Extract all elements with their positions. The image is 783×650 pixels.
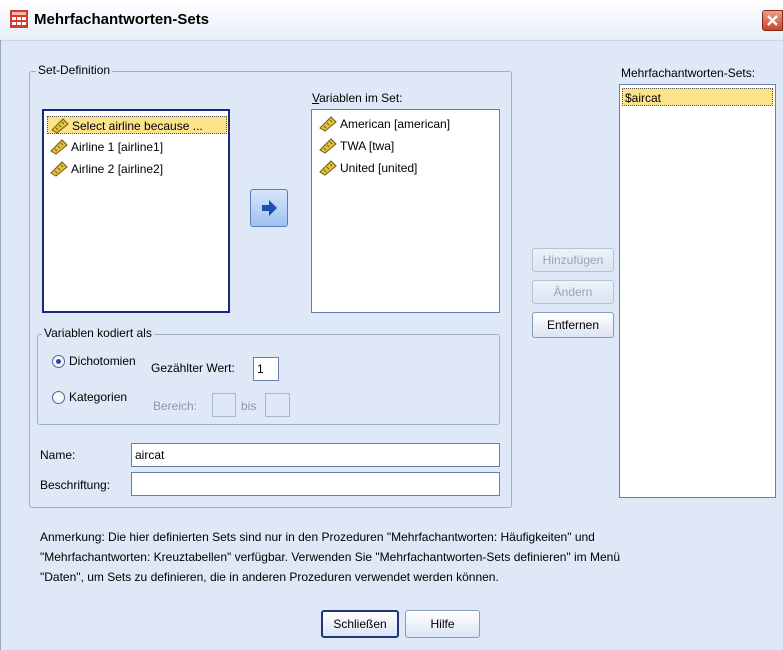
categories-label: Kategorien xyxy=(69,390,128,404)
counted-value-input[interactable]: 1 xyxy=(253,357,279,381)
ruler-icon xyxy=(50,139,68,155)
title-bar: Mehrfachantworten-Sets xyxy=(0,0,783,41)
ruler-icon xyxy=(51,118,69,134)
range-from-input[interactable] xyxy=(212,393,236,417)
counted-value-label: Gezählter Wert: xyxy=(151,361,235,375)
note-line-2: "Mehrfachantworten: Kreuztabellen" verfü… xyxy=(40,550,621,564)
name-label: Name: xyxy=(40,448,76,462)
list-item[interactable]: United [united] xyxy=(316,159,496,177)
move-to-set-button[interactable] xyxy=(250,189,288,227)
ruler-icon xyxy=(319,160,337,176)
list-item-label: $aircat xyxy=(625,91,662,105)
range-label: Bereich: xyxy=(153,399,198,413)
sets-panel-label: Mehrfachantworten-Sets: xyxy=(621,66,756,80)
label-input[interactable] xyxy=(131,472,500,496)
help-button[interactable]: Hilfe xyxy=(405,610,480,638)
ruler-icon xyxy=(319,138,337,154)
add-set-button[interactable]: Hinzufügen xyxy=(532,248,614,272)
remove-set-button[interactable]: Entfernen xyxy=(532,312,614,338)
list-item[interactable]: American [american] xyxy=(316,115,496,133)
sets-list[interactable]: $aircat xyxy=(619,84,776,498)
list-item-label: TWA [twa] xyxy=(340,139,395,153)
set-definition-legend: Set-Definition xyxy=(36,63,113,77)
window-left-border xyxy=(0,40,1,650)
change-set-button[interactable]: Ändern xyxy=(532,280,614,304)
vars-in-set-list[interactable]: American [american] TWA [twa] United [un… xyxy=(311,109,500,313)
note-line-1: Anmerkung: Die hier definierten Sets sin… xyxy=(40,530,595,544)
range-to-input[interactable] xyxy=(265,393,290,417)
range-to-label: bis xyxy=(241,399,257,413)
list-item[interactable]: TWA [twa] xyxy=(316,137,496,155)
close-icon xyxy=(767,15,778,26)
close-window-button[interactable] xyxy=(762,10,783,31)
coded-as-legend: Variablen kodiert als xyxy=(42,326,154,340)
dichotomies-label: Dichotomien xyxy=(69,354,136,368)
table-grid-icon xyxy=(10,10,28,28)
name-input[interactable]: aircat xyxy=(131,443,500,467)
label-field-label: Beschriftung: xyxy=(40,478,111,492)
ruler-icon xyxy=(50,161,68,177)
list-item[interactable]: Airline 1 [airline1] xyxy=(47,138,227,156)
list-item-label: Airline 2 [airline2] xyxy=(71,162,164,176)
dichotomies-radio[interactable] xyxy=(52,355,65,368)
list-item[interactable]: Airline 2 [airline2] xyxy=(47,160,227,178)
ruler-icon xyxy=(319,116,337,132)
note-line-3: "Daten", um Sets zu definieren, die in a… xyxy=(40,570,499,584)
list-item[interactable]: $aircat xyxy=(622,88,773,106)
close-button[interactable]: Schließen xyxy=(321,610,399,638)
list-item-label: United [united] xyxy=(340,161,418,175)
window-title: Mehrfachantworten-Sets xyxy=(34,11,210,28)
source-variables-list[interactable]: Select airline because ... Airline 1 [ai… xyxy=(42,109,230,313)
categories-radio[interactable] xyxy=(52,391,65,404)
list-item[interactable]: Select airline because ... xyxy=(47,116,227,134)
list-item-label: Airline 1 [airline1] xyxy=(71,140,164,154)
arrow-right-icon xyxy=(262,200,277,216)
list-item-label: American [american] xyxy=(340,117,451,131)
vars-in-set-label: Variablen im Set: xyxy=(312,91,403,105)
list-item-label: Select airline because ... xyxy=(72,119,203,133)
